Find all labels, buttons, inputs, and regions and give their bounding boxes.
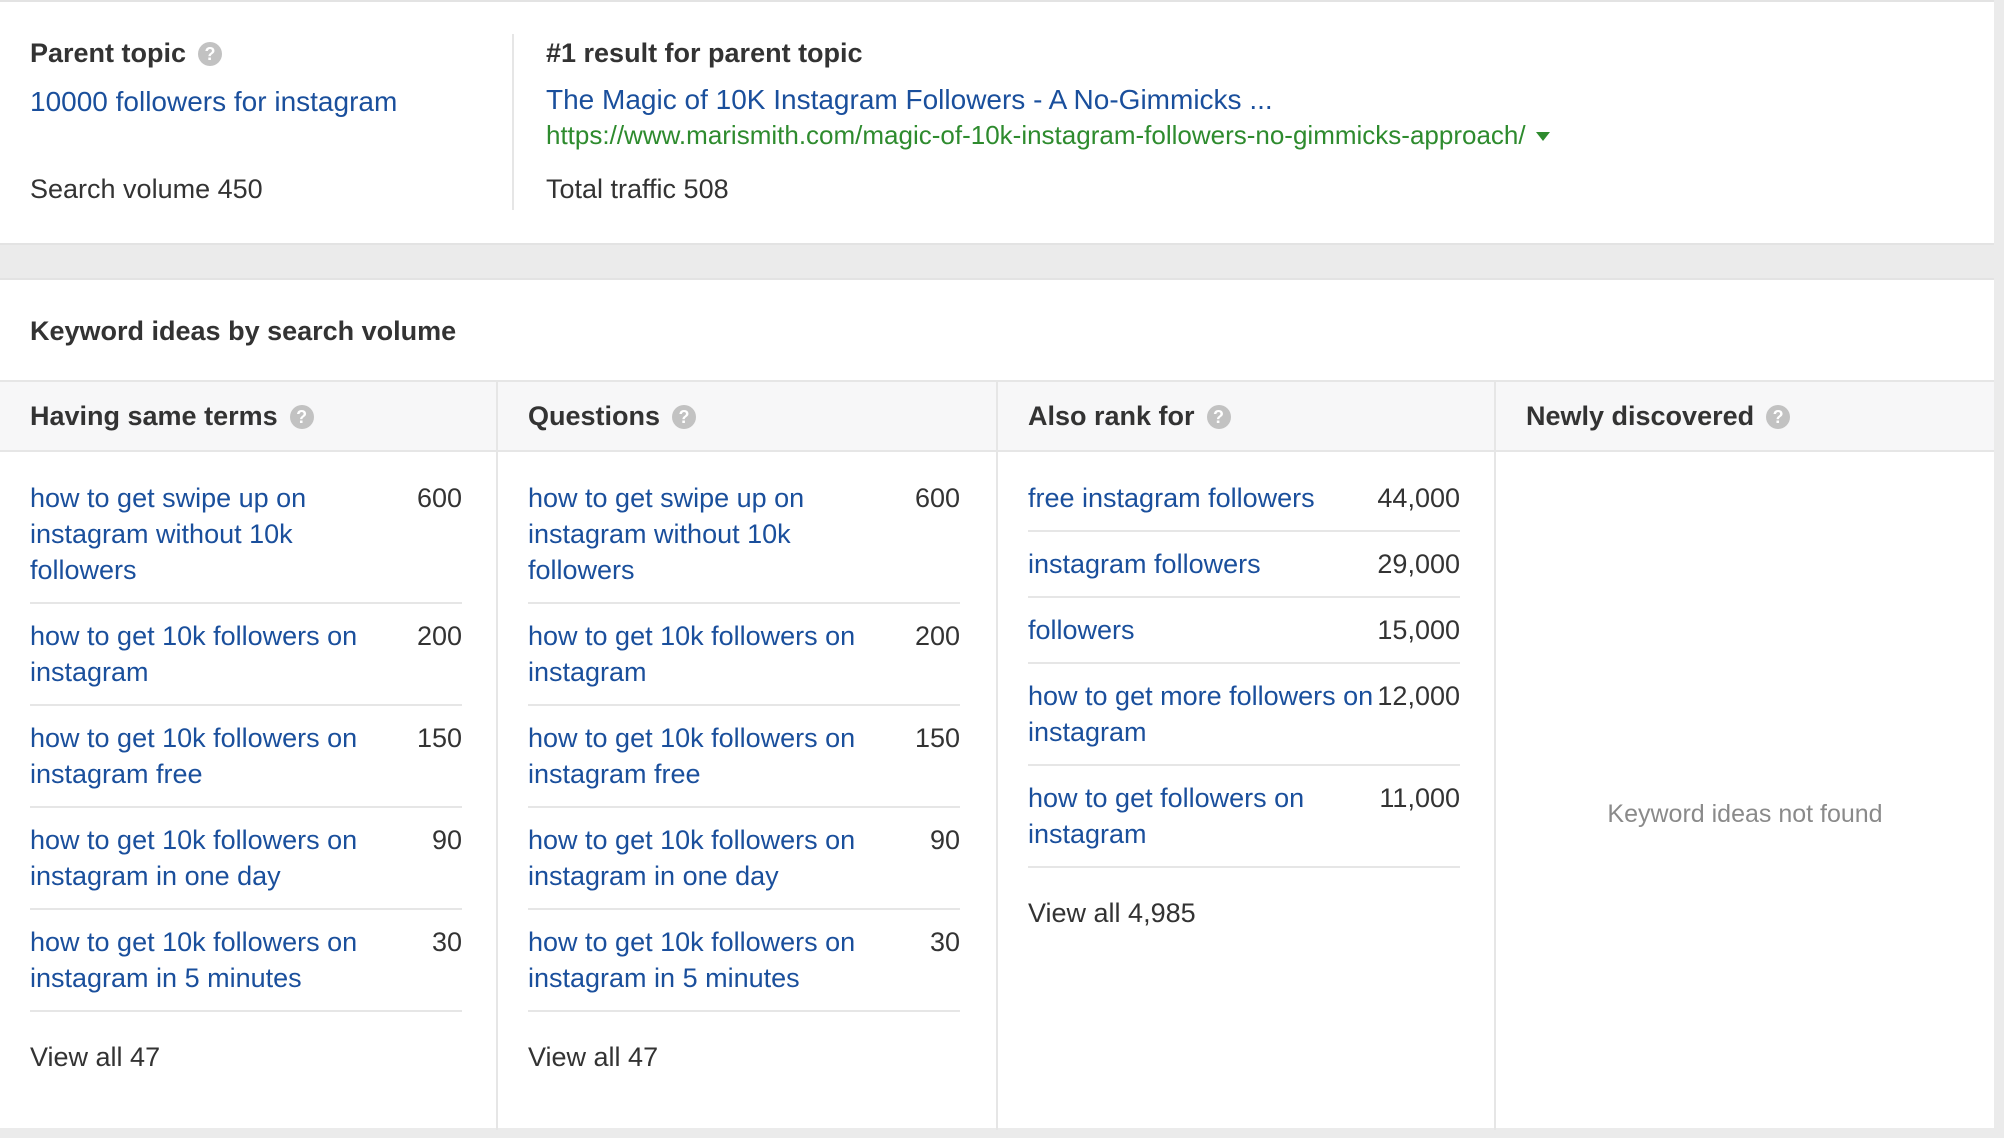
keyword-list: how to get swipe up on instagram without… <box>30 480 462 1073</box>
keyword-link[interactable]: how to get 10k followers on instagram <box>30 618 390 690</box>
help-icon[interactable]: ? <box>289 405 314 429</box>
keyword-row: how to get 10k followers on instagram 20… <box>30 618 462 706</box>
keyword-volume: 11,000 <box>1379 783 1460 813</box>
keyword-ideas-card: Keyword ideas by search volume Having sa… <box>0 278 1994 1130</box>
column-header: Also rank for? <box>1028 380 1231 452</box>
top-result-heading: #1 result for parent topic <box>546 38 863 68</box>
keyword-volume: 150 <box>914 723 960 753</box>
column-header: Newly discovered? <box>1526 380 1791 452</box>
keyword-row: how to get 10k followers on instagram 20… <box>528 618 960 706</box>
keyword-volume: 90 <box>929 825 960 855</box>
column-header-label: Also rank for <box>1028 401 1195 431</box>
keyword-volume: 12,000 <box>1377 681 1460 711</box>
view-all-link[interactable]: View all 47 <box>528 1042 960 1073</box>
keyword-link[interactable]: how to get more followers on instagram <box>1028 678 1377 750</box>
keyword-list: how to get swipe up on instagram without… <box>528 480 960 1073</box>
top-result-section: #1 result for parent topic The Magic of … <box>546 2 1966 247</box>
keyword-ideas-title: Keyword ideas by search volume <box>30 316 457 346</box>
column-header-label: Having same terms <box>30 401 278 431</box>
keyword-row: how to get 10k followers on instagram in… <box>30 924 462 1012</box>
parent-topic-search-volume: Search volume 450 <box>30 174 263 204</box>
keyword-link[interactable]: how to get followers on instagram <box>1028 780 1379 852</box>
parent-topic-section: Parent topic? 10000 followers for instag… <box>30 2 510 247</box>
keyword-row: followers 15,000 <box>1028 612 1460 664</box>
keyword-link[interactable]: how to get 10k followers on instagram fr… <box>30 720 390 792</box>
caret-down-icon[interactable] <box>1535 132 1550 141</box>
top-result-title-link[interactable]: The Magic of 10K Instagram Followers - A… <box>546 84 1273 116</box>
parent-topic-link[interactable]: 10000 followers for instagram <box>30 86 397 118</box>
top-result-url-row: https://www.marismith.com/magic-of-10k-i… <box>546 120 1550 151</box>
keyword-link[interactable]: how to get 10k followers on instagram in… <box>528 924 888 996</box>
help-icon[interactable]: ? <box>1766 405 1791 429</box>
keyword-row: how to get swipe up on instagram without… <box>528 480 960 604</box>
keyword-row: how to get 10k followers on instagram fr… <box>30 720 462 808</box>
keyword-link[interactable]: how to get swipe up on instagram without… <box>30 480 390 588</box>
keyword-row: instagram followers 29,000 <box>1028 546 1460 598</box>
keyword-volume: 30 <box>431 927 462 957</box>
help-icon[interactable]: ? <box>1206 405 1231 429</box>
keyword-row: how to get 10k followers on instagram in… <box>30 822 462 910</box>
keyword-row: how to get followers on instagram 11,000 <box>1028 780 1460 868</box>
keyword-link[interactable]: how to get swipe up on instagram without… <box>528 480 888 588</box>
keyword-link[interactable]: how to get 10k followers on instagram in… <box>30 924 390 996</box>
keyword-row: how to get swipe up on instagram without… <box>30 480 462 604</box>
keyword-volume: 600 <box>416 483 462 513</box>
column-newly-discovered: Newly discovered? Keyword ideas not foun… <box>1496 380 1994 1130</box>
parent-topic-card: Parent topic? 10000 followers for instag… <box>0 0 1994 245</box>
view-all-link[interactable]: View all 47 <box>30 1042 462 1073</box>
keyword-row: how to get 10k followers on instagram in… <box>528 822 960 910</box>
keyword-link[interactable]: how to get 10k followers on instagram fr… <box>528 720 888 792</box>
keyword-link[interactable]: free instagram followers <box>1028 480 1377 516</box>
column-header-label: Questions <box>528 401 661 431</box>
empty-state-message: Keyword ideas not found <box>1607 800 1883 828</box>
column-questions: Questions? how to get swipe up on instag… <box>498 380 996 1130</box>
keyword-row: free instagram followers 44,000 <box>1028 480 1460 532</box>
top-result-url[interactable]: https://www.marismith.com/magic-of-10k-i… <box>546 120 1526 150</box>
top-result-total-traffic: Total traffic 508 <box>546 174 729 204</box>
keyword-row: how to get 10k followers on instagram fr… <box>528 720 960 808</box>
keyword-list: free instagram followers 44,000 instagra… <box>1028 480 1460 929</box>
parent-topic-divider <box>512 34 514 210</box>
keyword-row: how to get more followers on instagram 1… <box>1028 678 1460 766</box>
keyword-link[interactable]: followers <box>1028 612 1377 648</box>
help-icon[interactable]: ? <box>198 42 223 66</box>
keyword-link[interactable]: how to get 10k followers on instagram in… <box>30 822 390 894</box>
keyword-volume: 29,000 <box>1377 549 1460 579</box>
keyword-row: how to get 10k followers on instagram in… <box>528 924 960 1012</box>
view-all-link[interactable]: View all 4,985 <box>1028 898 1460 929</box>
column-header-label: Newly discovered <box>1526 401 1755 431</box>
keyword-volume: 200 <box>914 621 960 651</box>
keyword-volume: 200 <box>416 621 462 651</box>
column-having-same-terms: Having same terms? how to get swipe up o… <box>0 380 496 1130</box>
help-icon[interactable]: ? <box>672 405 697 429</box>
column-header: Having same terms? <box>30 380 314 452</box>
keyword-volume: 600 <box>914 483 960 513</box>
keyword-link[interactable]: how to get 10k followers on instagram <box>528 618 888 690</box>
keyword-volume: 150 <box>416 723 462 753</box>
keyword-volume: 30 <box>929 927 960 957</box>
parent-topic-heading-row: Parent topic? <box>30 38 223 69</box>
keyword-volume: 15,000 <box>1377 615 1460 645</box>
column-header: Questions? <box>528 380 697 452</box>
column-also-rank-for: Also rank for? free instagram followers … <box>998 380 1496 1130</box>
parent-topic-heading: Parent topic <box>30 38 187 68</box>
keyword-link[interactable]: how to get 10k followers on instagram in… <box>528 822 888 894</box>
keyword-link[interactable]: instagram followers <box>1028 546 1377 582</box>
keyword-volume: 44,000 <box>1377 483 1460 513</box>
keyword-volume: 90 <box>431 825 462 855</box>
